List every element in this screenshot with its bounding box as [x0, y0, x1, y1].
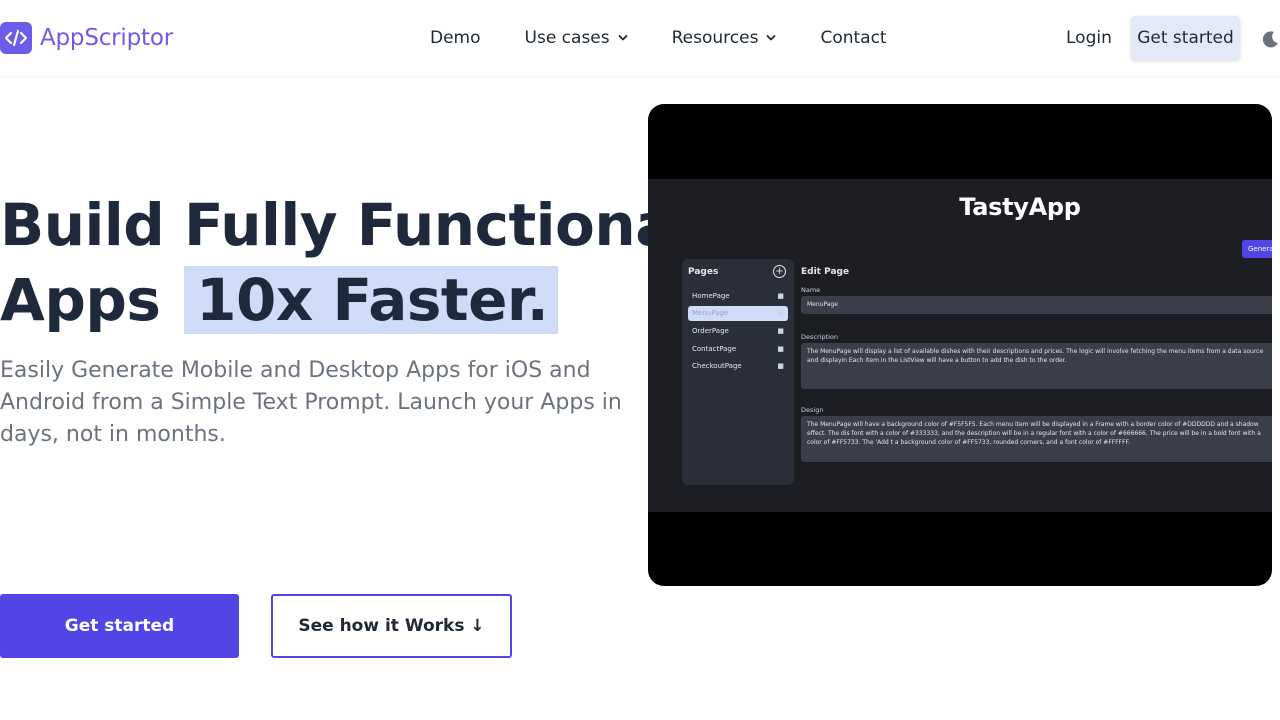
hero-title-prefix: Apps [0, 266, 161, 334]
trash-icon: ■ [777, 309, 784, 317]
page-item: HomePage ■ [688, 289, 788, 304]
generate-button: Genera [1242, 240, 1272, 258]
page-item-label: ContactPage [692, 345, 737, 353]
page-item-label: HomePage [692, 292, 730, 300]
description-field: The MenuPage will display a list of avai… [801, 343, 1272, 389]
trash-icon: ■ [777, 345, 784, 353]
page-item: ContactPage ■ [688, 342, 788, 357]
login-link[interactable]: Login [1066, 28, 1112, 48]
edit-page-heading: Edit Page [801, 267, 850, 277]
chevron-down-icon [767, 35, 776, 41]
code-icon [0, 22, 32, 54]
logo[interactable]: AppScriptor [0, 22, 173, 54]
page-item-label: MenuPage [692, 309, 729, 317]
moon-icon[interactable] [1262, 30, 1280, 48]
page-item-label: CheckoutPage [692, 362, 742, 370]
site-header: AppScriptor Demo Use cases Resources Con… [0, 0, 1280, 77]
pages-heading: Pages [688, 267, 719, 277]
nav-use-cases-label: Use cases [524, 28, 610, 48]
nav-use-cases[interactable]: Use cases [525, 28, 628, 48]
page-item-selected: MenuPage ■ [688, 306, 788, 321]
name-label: Name [801, 286, 821, 294]
description-label: Description [801, 333, 839, 341]
trash-icon: ■ [777, 327, 784, 335]
demo-video[interactable]: TastyApp Genera Pages + HomePage ■ MenuPa… [648, 104, 1272, 586]
trash-icon: ■ [777, 362, 784, 370]
get-started-header-button[interactable]: Get started [1131, 16, 1240, 60]
app-screenshot: TastyApp Genera Pages + HomePage ■ MenuPa… [648, 179, 1272, 512]
hero-title-highlight: 10x Faster. [184, 266, 559, 334]
page-item: OrderPage ■ [688, 324, 788, 339]
trash-icon: ■ [777, 292, 784, 300]
design-label: Design [801, 406, 824, 414]
nav-resources-label: Resources [671, 28, 759, 48]
plus-circle-icon: + [773, 265, 786, 278]
nav-demo[interactable]: Demo [430, 28, 481, 48]
page-item-label: OrderPage [692, 327, 729, 335]
logo-text: AppScriptor [40, 25, 173, 51]
pages-panel: Pages + HomePage ■ MenuPage ■ OrderPage ■ C… [682, 259, 794, 485]
hero-title: Build Fully Functional Apps 10x Faster. [0, 188, 694, 338]
nav-resources[interactable]: Resources [672, 28, 777, 48]
main-nav: Demo Use cases Resources Contact [430, 28, 887, 48]
get-started-button[interactable]: Get started [0, 594, 239, 658]
nav-contact[interactable]: Contact [820, 28, 886, 48]
design-field: The MenuPage will have a background colo… [801, 416, 1272, 462]
nav-contact-label: Contact [820, 28, 887, 48]
nav-demo-label: Demo [430, 28, 481, 48]
page-item: CheckoutPage ■ [688, 359, 788, 374]
hero-subtitle: Easily Generate Mobile and Desktop Apps … [0, 358, 622, 447]
hero-title-line2: Apps 10x Faster. [0, 263, 640, 338]
chevron-down-icon [618, 35, 628, 41]
app-title: TastyApp [959, 193, 1081, 221]
name-field: MenuPage [801, 296, 1272, 314]
see-how-it-works-button[interactable]: See how it Works ↓ [271, 594, 512, 658]
hero-title-line1: Build Fully Functional [0, 191, 694, 259]
